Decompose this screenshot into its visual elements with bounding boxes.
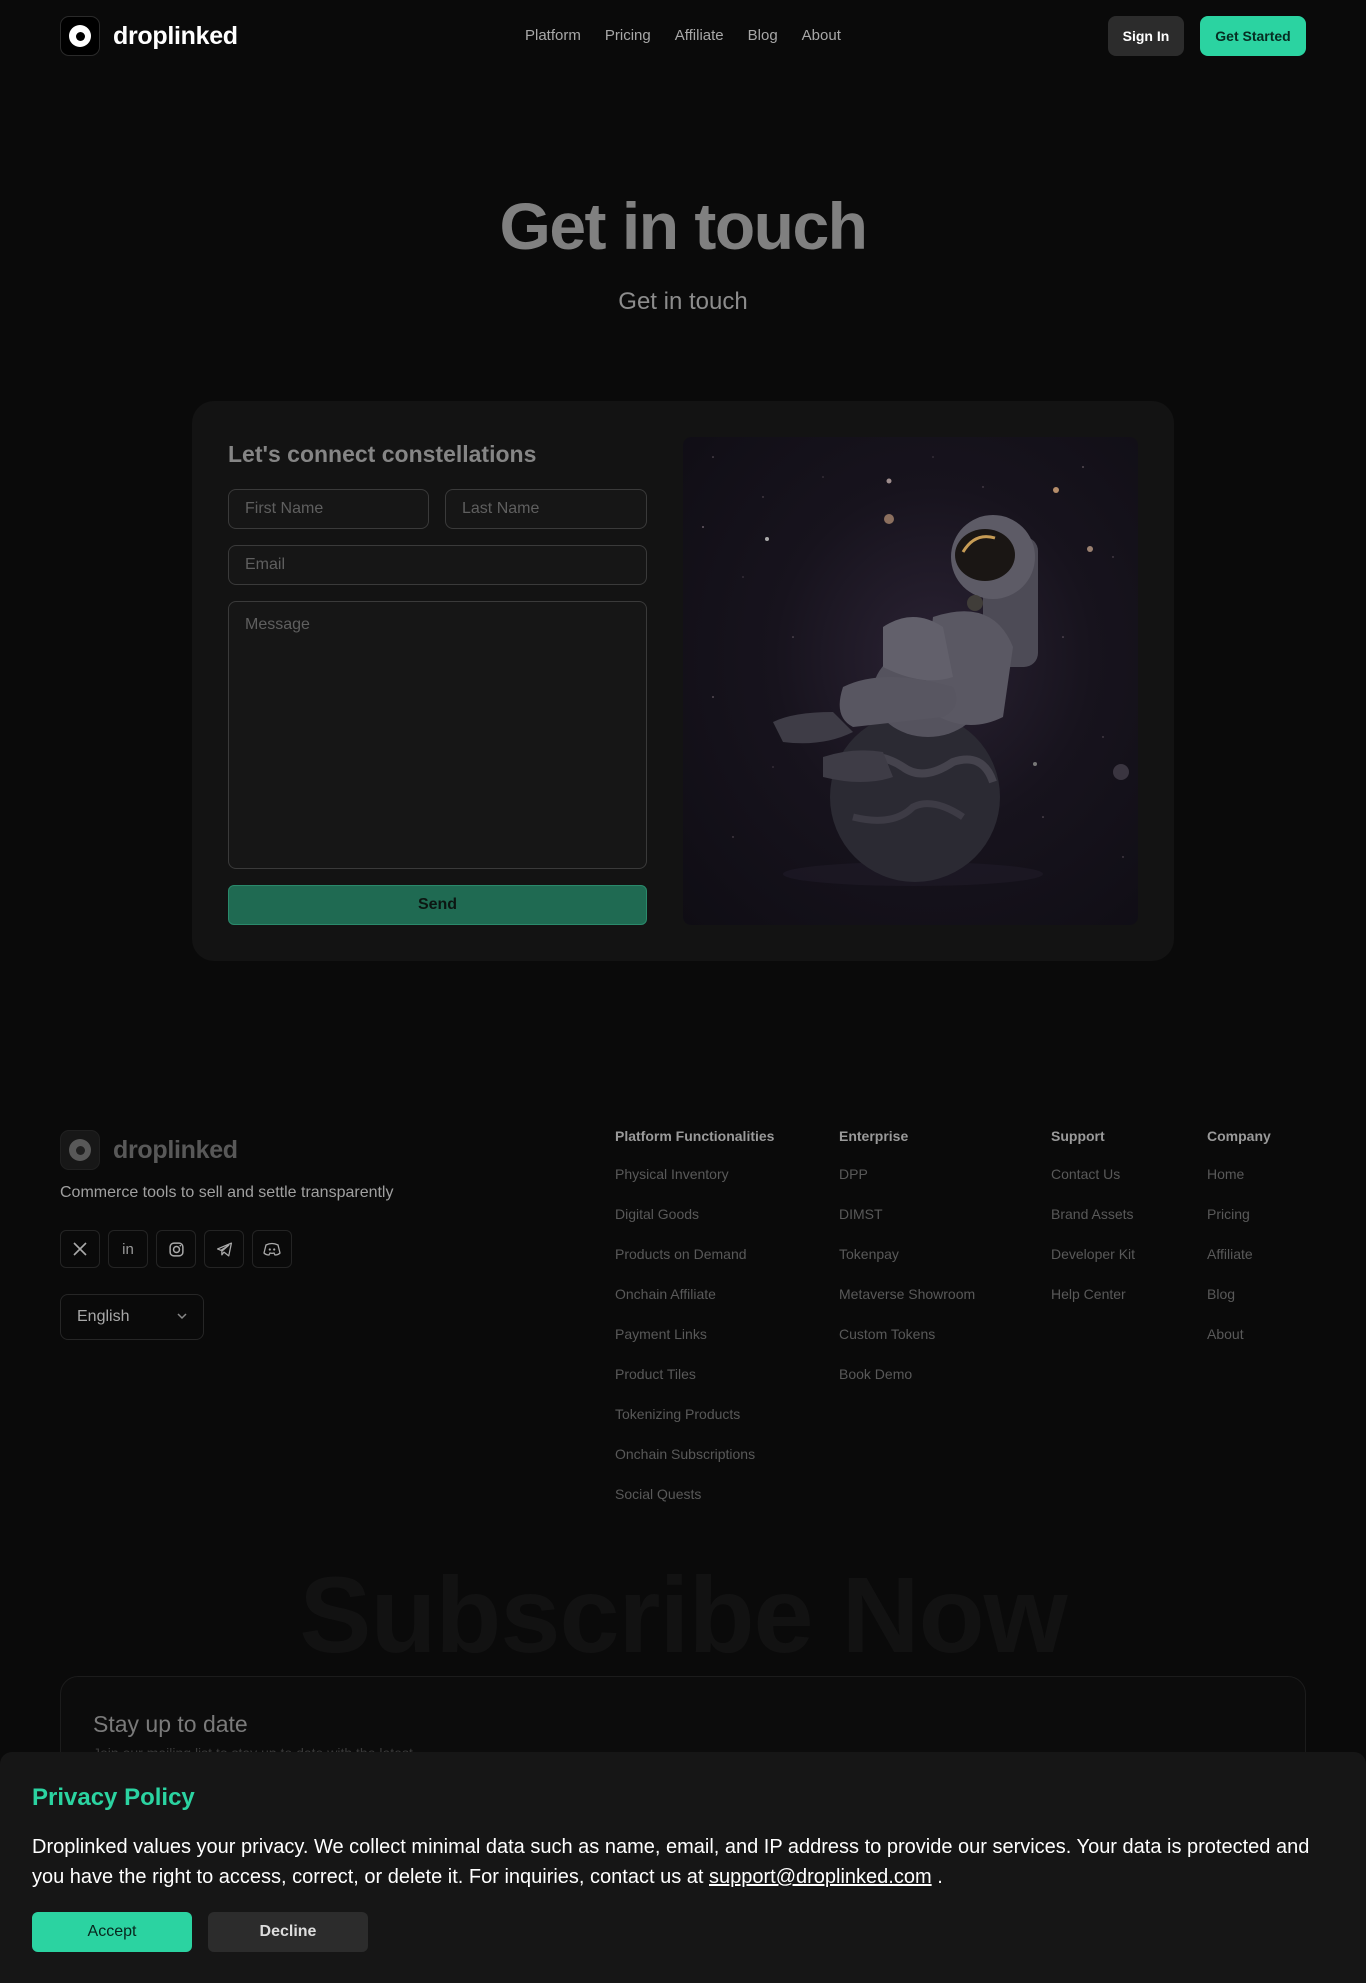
footer-link[interactable]: About <box>1207 1326 1271 1366</box>
contact-card: Let's connect constellations First Name … <box>192 401 1174 961</box>
footer-column-title: Company <box>1207 1128 1271 1144</box>
footer-link[interactable]: Blog <box>1207 1286 1271 1326</box>
first-name-input[interactable]: First Name <box>228 489 429 529</box>
last-name-input[interactable]: Last Name <box>445 489 647 529</box>
discord-icon[interactable] <box>252 1230 292 1268</box>
privacy-banner: Privacy Policy Droplinked values your pr… <box>0 1752 1366 1983</box>
footer-link[interactable]: Custom Tokens <box>839 1326 975 1366</box>
footer-link[interactable]: Pricing <box>1207 1206 1271 1246</box>
footer-link[interactable]: Developer Kit <box>1051 1246 1135 1286</box>
footer-link[interactable]: DPP <box>839 1166 975 1206</box>
support-email-link[interactable]: support@droplinked.com <box>709 1866 932 1888</box>
footer-link[interactable]: Physical Inventory <box>615 1166 774 1206</box>
footer-column-platform: Platform Functionalities Physical Invent… <box>615 1128 774 1526</box>
privacy-text: Droplinked values your privacy. We colle… <box>32 1832 1342 1892</box>
footer-column-title: Platform Functionalities <box>615 1128 775 1144</box>
telegram-icon[interactable] <box>204 1230 244 1268</box>
privacy-body: Droplinked values your privacy. We colle… <box>32 1836 1310 1888</box>
footer-link[interactable]: Product Tiles <box>615 1366 774 1406</box>
nav-links: Platform Pricing Affiliate Blog About <box>525 27 865 44</box>
nav-link-platform[interactable]: Platform <box>525 27 581 44</box>
footer-link[interactable]: Products on Demand <box>615 1246 774 1286</box>
get-started-button[interactable]: Get Started <box>1200 16 1306 56</box>
footer-brand-logo[interactable]: droplinked <box>60 1130 238 1170</box>
linkedin-icon[interactable]: in <box>108 1230 148 1268</box>
footer-column-enterprise: Enterprise DPP DIMST Tokenpay Metaverse … <box>839 1128 975 1406</box>
footer-link[interactable]: Digital Goods <box>615 1206 774 1246</box>
privacy-title: Privacy Policy <box>32 1784 195 1811</box>
instagram-icon[interactable] <box>156 1230 196 1268</box>
footer-link[interactable]: Onchain Subscriptions <box>615 1446 774 1486</box>
footer-link[interactable]: DIMST <box>839 1206 975 1246</box>
brand-name: droplinked <box>113 21 238 50</box>
nav-link-pricing[interactable]: Pricing <box>605 27 651 44</box>
footer-link[interactable]: Contact Us <box>1051 1166 1135 1206</box>
footer-link[interactable]: Social Quests <box>615 1486 774 1526</box>
astronaut-illustration <box>683 437 1138 925</box>
email-input[interactable]: Email <box>228 545 647 585</box>
nav-link-affiliate[interactable]: Affiliate <box>675 27 724 44</box>
footer-link[interactable]: Affiliate <box>1207 1246 1271 1286</box>
social-links: in <box>60 1230 300 1268</box>
footer-brand-name: droplinked <box>113 1135 238 1164</box>
accept-button[interactable]: Accept <box>32 1912 192 1952</box>
footer-link[interactable]: Payment Links <box>615 1326 774 1366</box>
privacy-text-end: . <box>931 1866 943 1888</box>
footer-column-company: Company Home Pricing Affiliate Blog Abou… <box>1207 1128 1271 1366</box>
footer-link[interactable]: Tokenizing Products <box>615 1406 774 1446</box>
footer-logo-icon <box>60 1130 100 1170</box>
footer-tagline: Commerce tools to sell and settle transp… <box>60 1184 394 1201</box>
footer-column-support: Support Contact Us Brand Assets Develope… <box>1051 1128 1135 1326</box>
footer-link[interactable]: Tokenpay <box>839 1246 975 1286</box>
footer-link[interactable]: Help Center <box>1051 1286 1135 1326</box>
contact-title: Let's connect constellations <box>228 441 537 467</box>
newsletter-title: Stay up to date <box>93 1711 248 1737</box>
footer-column-title: Enterprise <box>839 1128 909 1144</box>
footer-column-title: Support <box>1051 1128 1105 1144</box>
nav-link-blog[interactable]: Blog <box>748 27 778 44</box>
astronaut-image <box>702 456 1129 886</box>
message-textarea[interactable]: Message <box>228 601 647 869</box>
top-nav: droplinked Platform Pricing Affiliate Bl… <box>0 0 1366 72</box>
nav-link-about[interactable]: About <box>802 27 841 44</box>
footer-link[interactable]: Book Demo <box>839 1366 975 1406</box>
footer-link[interactable]: Home <box>1207 1166 1271 1206</box>
sign-in-button[interactable]: Sign In <box>1108 16 1184 56</box>
x-icon[interactable] <box>60 1230 100 1268</box>
page-subtitle: Get in touch <box>618 288 748 315</box>
logo-icon <box>60 16 100 56</box>
subscribe-heading: Subscribe Now <box>299 1554 1067 1675</box>
footer-link[interactable]: Onchain Affiliate <box>615 1286 774 1326</box>
footer-link[interactable]: Metaverse Showroom <box>839 1286 975 1326</box>
send-button[interactable]: Send <box>228 885 647 925</box>
language-select[interactable]: English <box>60 1294 204 1340</box>
page-title: Get in touch <box>499 189 868 263</box>
footer-link[interactable]: Brand Assets <box>1051 1206 1135 1246</box>
decline-button[interactable]: Decline <box>208 1912 368 1952</box>
brand-logo[interactable]: droplinked <box>60 16 238 56</box>
language-value: English <box>77 1308 130 1325</box>
chevron-down-icon <box>177 1313 187 1320</box>
